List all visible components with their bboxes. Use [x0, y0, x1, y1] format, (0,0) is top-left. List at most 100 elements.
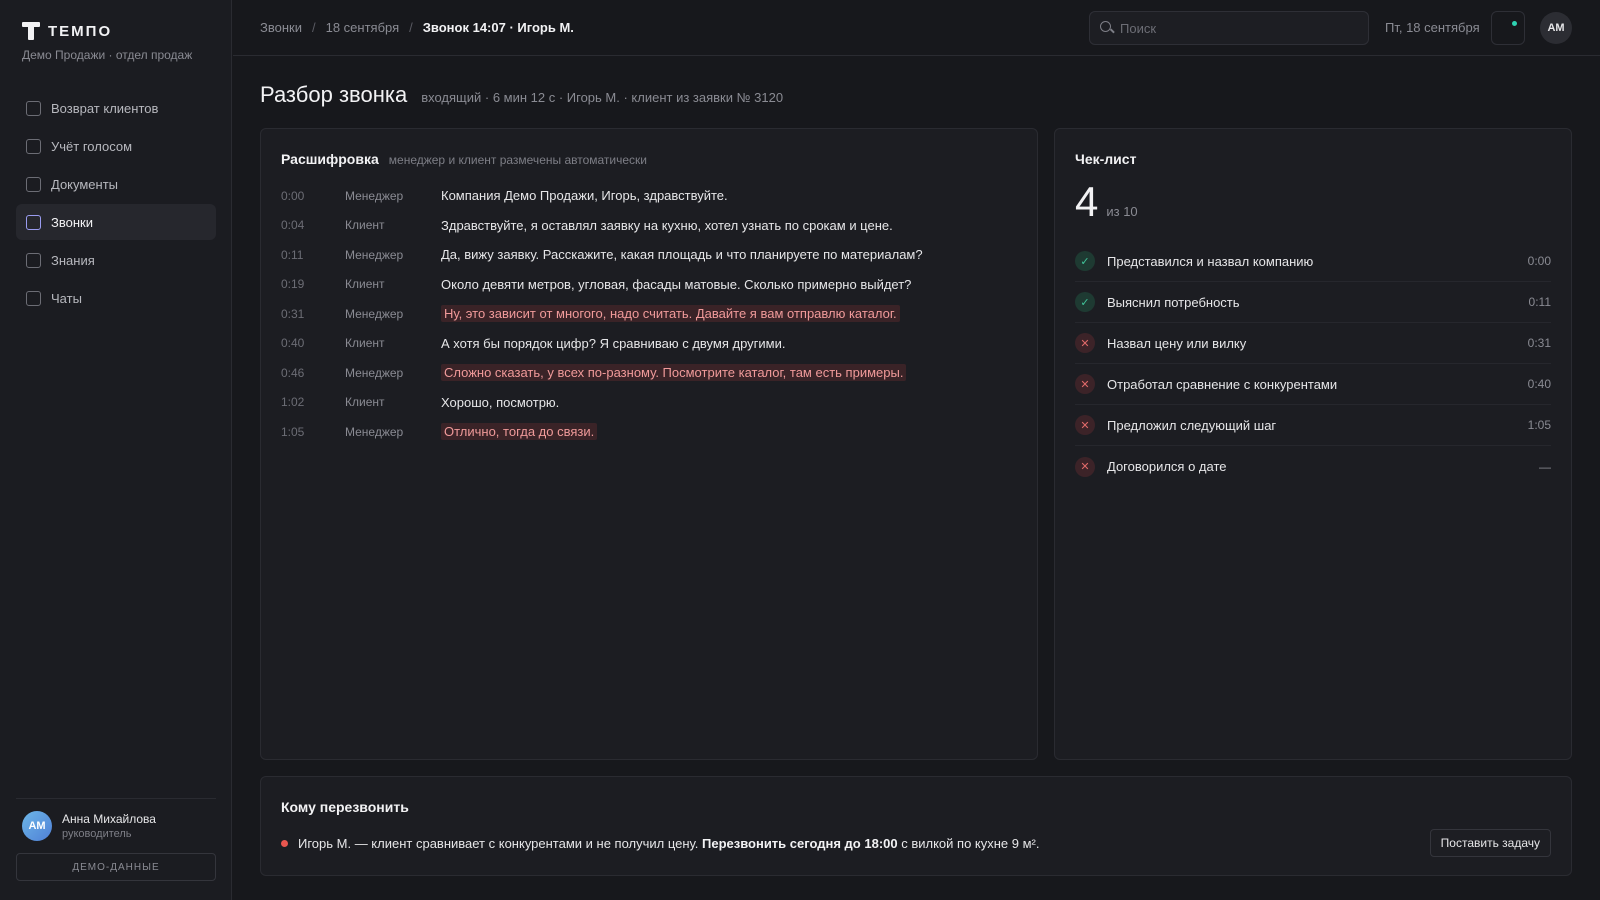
checklist-item-time[interactable]: 0:11 [1529, 295, 1551, 309]
user-profile[interactable]: АМ Анна Михайлова руководитель [16, 811, 216, 841]
row-speaker: Менеджер [345, 306, 404, 321]
checklist-item[interactable]: ✓ Представился и назвал компанию 0:00 [1075, 241, 1551, 282]
row-time: 0:11 [281, 247, 304, 262]
row-speaker: Менеджер [345, 188, 404, 203]
checklist-item-time[interactable]: 0:40 [1528, 377, 1551, 391]
square-icon [26, 138, 41, 154]
transcript-row[interactable]: 1:02 Клиент Хорошо, посмотрю. [281, 388, 1021, 418]
sidebar-item-label: Чаты [51, 290, 82, 306]
square-icon [26, 100, 41, 116]
transcript-row[interactable]: 0:19 Клиент Около девяти метров, угловая… [281, 270, 1021, 300]
sidebar-item-documents[interactable]: Документы [16, 166, 216, 202]
sidebar-item-voice[interactable]: Учёт голосом [16, 128, 216, 164]
checklist-item[interactable]: ✕ Предложил следующий шаг 1:05 [1075, 405, 1551, 446]
checklist-item-label: Договорился о дате [1107, 459, 1227, 474]
sidebar-item-label: Знания [51, 252, 95, 268]
square-icon [26, 252, 41, 268]
sidebar-item-calls[interactable]: Звонки [16, 204, 216, 240]
checklist-item-time[interactable]: 1:05 [1528, 418, 1551, 432]
checklist-item[interactable]: ✕ Назвал цену или вилку 0:31 [1075, 323, 1551, 364]
row-text-flagged: Сложно сказать, у всех по-разному. Посмо… [441, 364, 907, 382]
tempo-logo-icon [22, 22, 40, 40]
sidebar-item-label: Звонки [51, 214, 93, 230]
check-icon: ✓ [1075, 292, 1095, 312]
sidebar-item-label: Документы [51, 176, 119, 192]
demo-data-button[interactable]: ДЕМО-ДАННЫЕ [16, 853, 216, 881]
score-value: 4 [1075, 178, 1099, 225]
checklist-item-label: Выяснил потребность [1107, 294, 1240, 310]
transcript-row[interactable]: 0:00 Менеджер Компания Демо Продажи, Иго… [281, 181, 1021, 211]
transcript-rows: 0:00 Менеджер Компания Демо Продажи, Иго… [281, 181, 1021, 447]
transcript-row[interactable]: 0:11 Менеджер Да, вижу заявку. Расскажит… [281, 240, 1021, 270]
transcript-header: Расшифровка менеджер и клиент размечены … [281, 151, 647, 167]
row-text: А хотя бы порядок цифр? Я сравниваю с дв… [441, 335, 786, 351]
callback-text-after: с вилкой по кухне 9 м². [901, 836, 1040, 851]
row-speaker: Менеджер [345, 247, 404, 262]
row-text-flagged: Отлично, тогда до связи. [441, 423, 598, 441]
breadcrumb-current: Звонок 14:07 · Игорь М. [422, 20, 574, 35]
sidebar-item-label: Учёт голосом [51, 138, 133, 154]
cross-icon: ✕ [1075, 374, 1095, 394]
row-time: 0:19 [281, 277, 305, 292]
checklist-item-time[interactable]: 0:00 [1528, 254, 1551, 268]
notification-dot-icon [1512, 21, 1517, 26]
brand-name: ТЕМПО [48, 22, 113, 40]
sidebar-item-chats[interactable]: Чаты [16, 280, 216, 316]
checklist-item[interactable]: ✓ Выяснил потребность 0:11 [1075, 282, 1551, 323]
user-role: руководитель [62, 828, 132, 840]
brand[interactable]: ТЕМПО [22, 22, 112, 40]
checklist-item-label: Отработал сравнение с конкурентами [1107, 376, 1338, 392]
square-icon [26, 176, 41, 192]
row-speaker: Менеджер [345, 365, 404, 380]
square-icon [26, 290, 41, 306]
row-text-flagged: Ну, это зависит от многого, надо считать… [441, 305, 900, 323]
search-input[interactable] [1120, 20, 1360, 36]
transcript-row[interactable]: 0:40 Клиент А хотя бы порядок цифр? Я ср… [281, 329, 1021, 359]
notifications-button[interactable] [1491, 11, 1525, 45]
row-speaker: Клиент [345, 395, 385, 410]
sidebar-item-knowledge[interactable]: Знания [16, 242, 216, 278]
sidebar-footer: АМ Анна Михайлова руководитель ДЕМО-ДАНН… [16, 798, 216, 881]
checklist-item-label: Назвал цену или вилку [1107, 335, 1247, 351]
row-time: 0:46 [281, 365, 305, 380]
avatar[interactable]: АМ [1540, 12, 1572, 44]
checklist-item-time: — [1539, 459, 1551, 474]
transcript-row[interactable]: 1:05 Менеджер Отлично, тогда до связи. [281, 417, 1021, 447]
current-date: Пт, 18 сентября [1385, 20, 1480, 35]
transcript-row[interactable]: 0:31 Менеджер Ну, это зависит от многого… [281, 299, 1021, 329]
checklist-item[interactable]: ✕ Отработал сравнение с конкурентами 0:4… [1075, 364, 1551, 405]
breadcrumb: Звонки / 18 сентября / Звонок 14:07 · Иг… [260, 20, 574, 35]
create-task-button[interactable]: Поставить задачу [1429, 829, 1551, 857]
row-time: 0:00 [281, 188, 305, 203]
row-speaker: Клиент [345, 277, 385, 292]
search-icon [1100, 21, 1114, 35]
checklist-header: Чек-лист [1075, 151, 1136, 167]
breadcrumb-calls[interactable]: Звонки [260, 20, 302, 35]
checklist-item-label: Предложил следующий шаг [1107, 417, 1277, 433]
sidebar-nav: Возврат клиентов Учёт голосом Документы … [16, 90, 216, 318]
row-text: Хорошо, посмотрю. [441, 394, 560, 410]
page-header: Разбор звонка входящий · 6 мин 12 с · Иг… [260, 82, 783, 108]
breadcrumb-separator: / [409, 20, 413, 35]
cross-icon: ✕ [1075, 415, 1095, 435]
sidebar-item-returns[interactable]: Возврат клиентов [16, 90, 216, 126]
transcript-row[interactable]: 0:46 Менеджер Сложно сказать, у всех по-… [281, 358, 1021, 388]
cross-icon: ✕ [1075, 456, 1095, 477]
call-meta: входящий · 6 мин 12 с · Игорь М. · клиен… [421, 90, 784, 105]
checklist-item-time[interactable]: 0:31 [1528, 336, 1551, 350]
checklist-item[interactable]: ✕ Договорился о дате — [1075, 446, 1551, 487]
callback-text: Игорь М. — клиент сравнивает с конкурент… [298, 836, 1040, 851]
transcript-title: Расшифровка [281, 151, 379, 167]
checklist-items: ✓ Представился и назвал компанию 0:00 ✓ … [1075, 241, 1551, 487]
callback-text-before: Игорь М. — клиент сравнивает с конкурент… [298, 836, 699, 851]
checklist-title: Чек-лист [1075, 151, 1137, 167]
brand-subtitle: Демо Продажи · отдел продаж [22, 48, 193, 62]
checklist-item-label: Представился и назвал компанию [1107, 253, 1314, 269]
callback-deadline: Перезвонить сегодня до 18:00 [702, 836, 898, 851]
avatar: АМ [22, 811, 52, 841]
row-speaker: Менеджер [345, 424, 404, 439]
breadcrumb-date[interactable]: 18 сентября [326, 20, 400, 35]
checklist-card: Чек-лист 4 из 10 ✓ Представился и назвал… [1054, 128, 1572, 760]
transcript-row[interactable]: 0:04 Клиент Здравствуйте, я оставлял зая… [281, 211, 1021, 241]
search-box[interactable] [1089, 11, 1369, 45]
